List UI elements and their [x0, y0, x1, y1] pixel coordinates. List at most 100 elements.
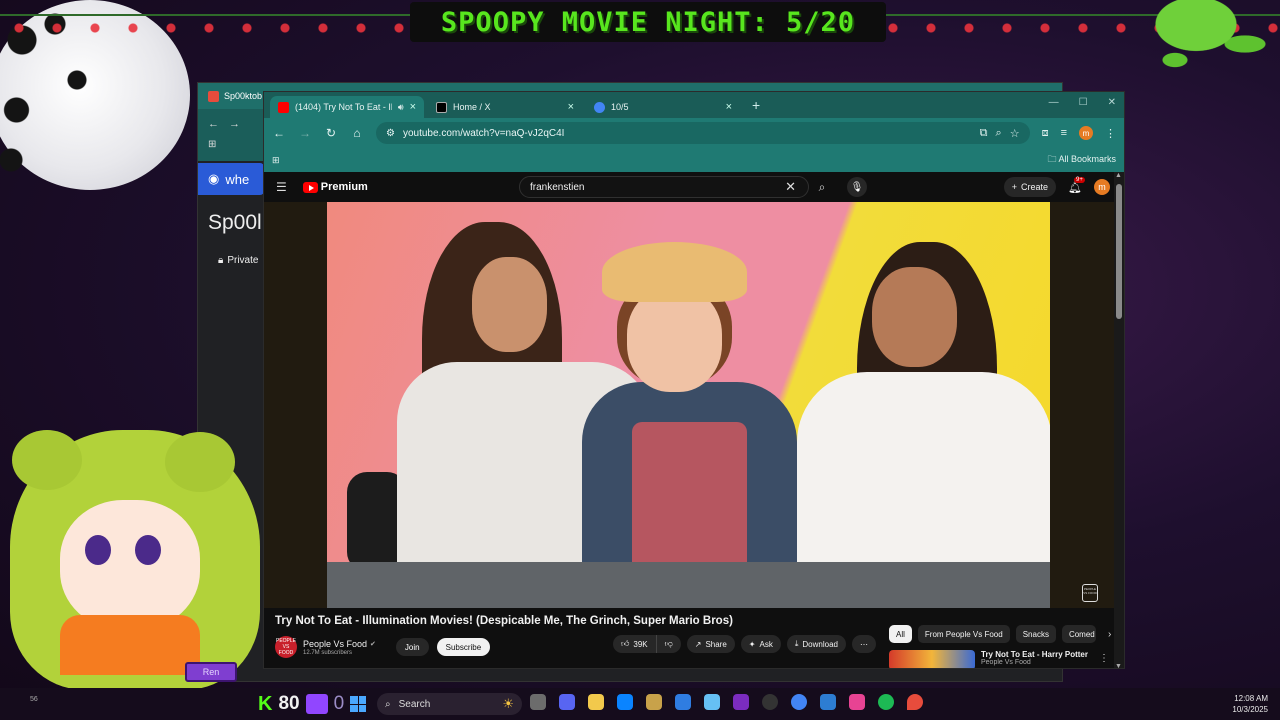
chip-snacks[interactable]: Snacks [1015, 625, 1056, 643]
tab-youtube[interactable]: (1404) Try Not To Eat - Illum 🔊︎ × [270, 96, 424, 118]
recommendation-menu-icon[interactable]: ⋮ [1099, 653, 1109, 664]
back-apps-grid-icon[interactable]: ⊞ [208, 139, 216, 150]
steam-icon[interactable] [704, 694, 720, 710]
like-button[interactable]: 👍︎ 39K [613, 635, 657, 653]
vtuber-avatar-outfit [60, 615, 200, 675]
ask-label: Ask [759, 639, 773, 649]
edge-icon[interactable] [617, 694, 633, 710]
profile-avatar[interactable]: m [1079, 126, 1093, 140]
task-view-icon[interactable] [530, 694, 546, 710]
youtube-logo[interactable]: Premium [302, 181, 368, 193]
media-controls-icon[interactable]: ≡ [1061, 127, 1067, 139]
url-text: youtube.com/watch?v=naQ-vJ2qC4I [402, 127, 565, 139]
bell-icon: 🔔︎ [1068, 181, 1082, 194]
tab-date[interactable]: 10/5 × [586, 96, 740, 118]
tray-text: 56 [30, 696, 38, 703]
speaker-icon[interactable]: 🔊︎ [398, 102, 404, 113]
close-window-icon[interactable]: ✕ [1108, 97, 1116, 108]
chip-all[interactable]: All [889, 625, 912, 643]
back-site-header[interactable]: ◉ whe [198, 163, 264, 195]
plus-icon: + [1011, 182, 1018, 192]
notification-badge: 9+ [1074, 176, 1085, 183]
x-favicon-icon [436, 101, 447, 113]
download-label: Download [802, 639, 838, 649]
create-button[interactable]: + Create [1003, 177, 1057, 197]
back-tab[interactable]: Sp00ktob [208, 90, 262, 102]
channel-name-row[interactable]: People Vs Food ✔ [303, 639, 376, 649]
search-button[interactable]: ⌕ [812, 176, 832, 198]
obs-icon[interactable] [762, 694, 778, 710]
battlenet-icon[interactable] [675, 694, 691, 710]
system-clock[interactable]: 12:08 AM 10/3/2025 [1232, 693, 1268, 715]
clock-date: 10/3/2025 [1232, 705, 1268, 714]
subscribe-button[interactable]: Subscribe [436, 638, 491, 656]
pink-app-icon[interactable] [849, 694, 865, 710]
zoom-icon[interactable]: ⌕ [996, 127, 1002, 140]
voice-search-button[interactable]: 🎙︎ [847, 177, 867, 197]
clear-search-icon[interactable]: ✕ [785, 179, 796, 195]
bookmark-star-icon[interactable]: ☆ [1010, 127, 1020, 140]
account-avatar[interactable]: m [1094, 179, 1110, 195]
maximize-icon[interactable]: ☐ [1079, 97, 1088, 108]
address-bar[interactable]: ⚙ youtube.com/watch?v=naQ-vJ2qC4I ⧉ ⌕ ☆ [376, 122, 1030, 144]
download-button[interactable]: ⤓ Download [786, 635, 846, 653]
lock-icon: 🔒︎ [218, 255, 224, 266]
back-icon[interactable]: ← [272, 126, 286, 140]
scrollbar-thumb[interactable] [1116, 184, 1122, 319]
tab-title: 10/5 [611, 102, 629, 112]
search-input[interactable]: frankenstien ✕ [519, 176, 809, 198]
notifications-button[interactable]: 🔔︎ 9+ [1068, 176, 1085, 194]
windows-start-icon[interactable] [350, 696, 367, 712]
recommendation-title[interactable]: Try Not To Eat - Harry Potter [981, 650, 1088, 659]
more-actions-button[interactable]: ⋯ [851, 635, 876, 653]
discord-icon[interactable] [559, 694, 575, 710]
chevron-right-icon[interactable]: › [1108, 629, 1111, 640]
channel-avatar[interactable]: PEOPLE VS FOOD [275, 636, 297, 658]
extensions-icon[interactable]: ⧈ [1042, 127, 1049, 140]
all-bookmarks[interactable]: 🗀 All Bookmarks [1047, 152, 1116, 168]
recommendation-thumbnail[interactable] [889, 650, 975, 668]
file-explorer-icon[interactable] [588, 694, 604, 710]
chip-from-channel[interactable]: From People Vs Food [917, 625, 1010, 643]
site-settings-icon[interactable]: ⚙ [386, 128, 395, 139]
chip-comedy[interactable]: Comed [1061, 625, 1096, 643]
back-private-text: Private [227, 255, 259, 266]
video-player[interactable] [327, 202, 1050, 608]
recommendation-item[interactable]: Try Not To Eat - Harry Potter People Vs … [889, 650, 1088, 668]
tab-x[interactable]: Home / X × [428, 96, 582, 118]
channel-watermark[interactable]: PEOPLE VS FOOD [1082, 584, 1098, 602]
join-button[interactable]: Join [395, 638, 429, 656]
taskbar-search[interactable]: ⌕ Search ☀ [377, 693, 522, 715]
chrome-icon[interactable] [791, 694, 807, 710]
all-bookmarks-label: All Bookmarks [1058, 154, 1116, 164]
minimize-icon[interactable]: — [1049, 97, 1059, 108]
share-button[interactable]: ↗ Share [686, 635, 735, 653]
scroll-up-icon[interactable]: ▲ [1115, 172, 1122, 179]
hamburger-menu-icon[interactable]: ☰ [276, 180, 287, 194]
ask-button[interactable]: ✦ Ask [740, 635, 781, 653]
close-tab-icon[interactable]: × [568, 101, 574, 113]
close-tab-icon[interactable]: × [726, 101, 732, 113]
forward-icon[interactable]: → [298, 126, 312, 140]
close-tab-icon[interactable]: × [410, 101, 416, 113]
home-icon[interactable]: ⌂ [350, 126, 364, 140]
vscode-icon[interactable] [820, 694, 836, 710]
scrollbar[interactable]: ▲ ▼ [1114, 172, 1124, 668]
apps-grid-icon[interactable]: ⊞ [272, 155, 280, 166]
chrome-favicon-icon [594, 101, 605, 113]
reload-icon[interactable]: ↻ [324, 126, 338, 140]
bookmarks-bar: ⊞ 🗀 All Bookmarks [264, 148, 1124, 172]
wow-icon[interactable] [646, 694, 662, 710]
youtube-header-actions: + Create 🔔︎ 9+ m [1003, 176, 1110, 197]
spotify-icon[interactable] [878, 694, 894, 710]
new-tab-icon[interactable]: + [752, 97, 760, 113]
cast-icon[interactable]: ⧉ [980, 127, 988, 140]
menu-icon[interactable]: ⋮ [1105, 127, 1116, 140]
forward-arrow-icon[interactable]: → [229, 118, 240, 130]
back-arrow-icon[interactable]: ← [208, 118, 219, 130]
word-app-icon[interactable] [733, 694, 749, 710]
maps-pin-icon[interactable] [907, 694, 923, 710]
kick-icon: K [258, 692, 273, 715]
scroll-down-icon[interactable]: ▼ [1115, 663, 1122, 668]
dislike-button[interactable]: 👎︎ [656, 635, 681, 653]
